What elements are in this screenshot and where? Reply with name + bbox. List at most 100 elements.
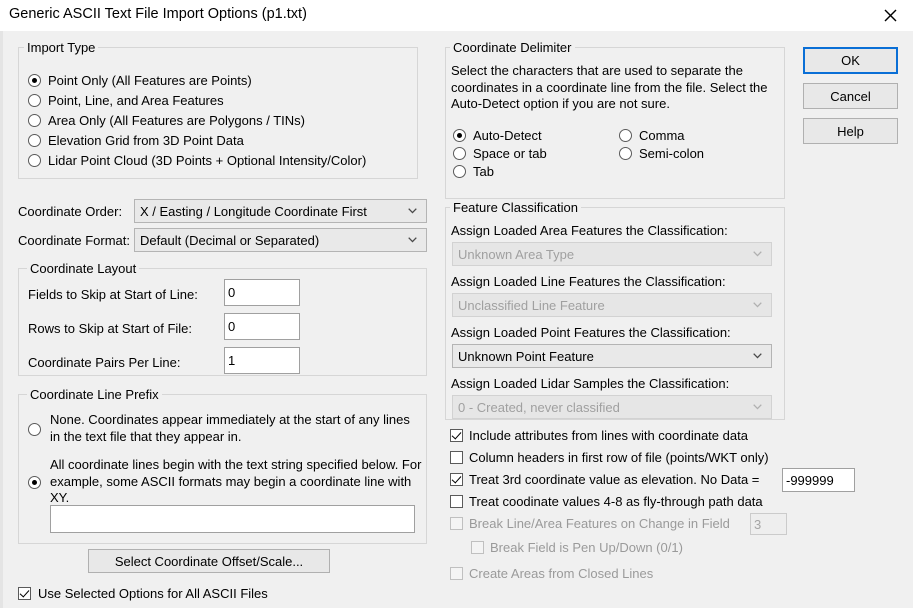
rows-to-skip-input[interactable]: 0	[224, 313, 300, 340]
radio-space-or-tab[interactable]: Space or tab	[453, 144, 603, 163]
chevron-down-icon	[753, 404, 762, 410]
radio-space-or-tab-label: Space or tab	[473, 146, 547, 161]
help-button-label: Help	[837, 123, 864, 139]
cancel-button[interactable]: Cancel	[803, 83, 898, 109]
nodata-value: -999999	[786, 472, 834, 488]
radio-auto-detect-indicator[interactable]	[453, 129, 466, 142]
radio-prefix-none-indicator[interactable]	[28, 423, 41, 436]
coordinate-order-combo[interactable]: X / Easting / Longitude Coordinate First	[134, 199, 427, 223]
radio-semi-colon[interactable]: Semi-colon	[619, 144, 769, 163]
coordinate-format-combo[interactable]: Default (Decimal or Separated)	[134, 228, 427, 252]
include-attributes-checkbox[interactable]	[450, 429, 463, 442]
pairs-per-line-value: 1	[228, 353, 236, 368]
coordinate-format-value: Default (Decimal or Separated)	[140, 232, 320, 248]
ok-button-label: OK	[841, 53, 860, 68]
radio-prefix-string-label: All coordinate lines begin with the text…	[50, 457, 422, 505]
select-coordinate-offset-scale-label: Select Coordinate Offset/Scale...	[114, 553, 304, 569]
treat-3rd-elevation-row[interactable]: Treat 3rd coordinate value as elevation.…	[450, 471, 780, 491]
radio-tab-indicator[interactable]	[453, 165, 466, 178]
radio-semi-colon-indicator[interactable]	[619, 147, 632, 160]
close-icon[interactable]	[867, 0, 913, 31]
assign-line-combo[interactable]: Unclassified Line Feature	[452, 293, 772, 317]
treat-3rd-elevation-checkbox[interactable]	[450, 473, 463, 486]
coordinate-order-label: Coordinate Order:	[18, 204, 123, 219]
assign-point-combo[interactable]: Unknown Point Feature	[452, 344, 772, 368]
pairs-per-line-input[interactable]: 1	[224, 347, 300, 374]
radio-point-line-area-indicator[interactable]	[28, 94, 41, 107]
include-attributes-row[interactable]: Include attributes from lines with coord…	[450, 427, 790, 447]
coordinate-delimiter-description: Select the characters that are used to s…	[451, 63, 768, 111]
radio-area-only[interactable]: Area Only (All Features are Polygons / T…	[28, 111, 408, 130]
radio-tab[interactable]: Tab	[453, 162, 603, 181]
ok-button[interactable]: OK	[803, 47, 898, 74]
fields-to-skip-input[interactable]: 0	[224, 279, 300, 306]
radio-point-only-indicator[interactable]	[28, 74, 41, 87]
select-coordinate-offset-scale-button[interactable]: Select Coordinate Offset/Scale...	[88, 549, 330, 573]
radio-tab-label: Tab	[473, 164, 494, 179]
radio-prefix-none[interactable]: None. Coordinates appear immediately at …	[28, 412, 418, 448]
use-selected-options-row[interactable]: Use Selected Options for All ASCII Files	[18, 584, 338, 604]
treat-3rd-elevation-label: Treat 3rd coordinate value as elevation.…	[469, 472, 760, 487]
create-areas-row: Create Areas from Closed Lines	[450, 565, 780, 585]
chevron-down-icon	[408, 208, 417, 214]
nodata-value-input[interactable]: -999999	[782, 468, 855, 492]
help-button[interactable]: Help	[803, 118, 898, 144]
coordinate-line-prefix-legend: Coordinate Line Prefix	[27, 387, 162, 402]
radio-space-or-tab-indicator[interactable]	[453, 147, 466, 160]
assign-line-value: Unclassified Line Feature	[458, 297, 605, 313]
radio-auto-detect[interactable]: Auto-Detect	[453, 126, 603, 145]
fly-through-label: Treat coodinate values 4-8 as fly-throug…	[469, 494, 763, 509]
break-field-number-input: 3	[750, 513, 787, 535]
radio-point-line-area[interactable]: Point, Line, and Area Features	[28, 91, 408, 110]
radio-prefix-string[interactable]: All coordinate lines begin with the text…	[28, 457, 421, 511]
import-type-legend: Import Type	[24, 40, 99, 55]
radio-lidar-point-cloud-label: Lidar Point Cloud (3D Points + Optional …	[48, 153, 367, 168]
chevron-down-icon	[753, 251, 762, 257]
assign-lidar-value: 0 - Created, never classified	[458, 399, 620, 415]
coordinate-format-label: Coordinate Format:	[18, 233, 130, 248]
radio-point-only-label: Point Only (All Features are Points)	[48, 73, 252, 88]
radio-elevation-grid-label: Elevation Grid from 3D Point Data	[48, 133, 244, 148]
chevron-down-icon	[753, 302, 762, 308]
radio-area-only-label: Area Only (All Features are Polygons / T…	[48, 113, 305, 128]
radio-lidar-point-cloud-indicator[interactable]	[28, 154, 41, 167]
radio-comma-label: Comma	[639, 128, 685, 143]
chevron-down-icon	[408, 237, 417, 243]
dialog-body: Import Type Point Only (All Features are…	[0, 31, 913, 608]
break-field-pen-label: Break Field is Pen Up/Down (0/1)	[490, 540, 683, 555]
radio-comma-indicator[interactable]	[619, 129, 632, 142]
radio-area-only-indicator[interactable]	[28, 114, 41, 127]
window-left-edge	[0, 31, 3, 608]
pairs-per-line-label: Coordinate Pairs Per Line:	[28, 355, 181, 370]
fields-to-skip-value: 0	[228, 285, 236, 300]
create-areas-label: Create Areas from Closed Lines	[469, 566, 654, 581]
assign-area-value: Unknown Area Type	[458, 246, 575, 262]
assign-lidar-combo[interactable]: 0 - Created, never classified	[452, 395, 772, 419]
radio-lidar-point-cloud[interactable]: Lidar Point Cloud (3D Points + Optional …	[28, 151, 408, 170]
assign-area-combo[interactable]: Unknown Area Type	[452, 242, 772, 266]
import-options-dialog: Generic ASCII Text File Import Options (…	[0, 0, 913, 608]
radio-comma[interactable]: Comma	[619, 126, 769, 145]
use-selected-options-checkbox[interactable]	[18, 587, 31, 600]
title-bar: Generic ASCII Text File Import Options (…	[0, 0, 913, 32]
break-line-area-checkbox	[450, 517, 463, 530]
column-headers-row[interactable]: Column headers in first row of file (poi…	[450, 449, 790, 469]
fly-through-row[interactable]: Treat coodinate values 4-8 as fly-throug…	[450, 493, 790, 513]
assign-lidar-label: Assign Loaded Lidar Samples the Classifi…	[451, 376, 730, 391]
fly-through-checkbox[interactable]	[450, 495, 463, 508]
coordinate-prefix-input[interactable]	[50, 505, 415, 533]
fields-to-skip-label: Fields to Skip at Start of Line:	[28, 287, 198, 302]
break-field-pen-checkbox	[471, 541, 484, 554]
radio-prefix-string-indicator[interactable]	[28, 476, 41, 489]
radio-elevation-grid[interactable]: Elevation Grid from 3D Point Data	[28, 131, 408, 150]
break-field-number-value: 3	[754, 516, 762, 532]
radio-point-only[interactable]: Point Only (All Features are Points)	[28, 71, 408, 90]
radio-elevation-grid-indicator[interactable]	[28, 134, 41, 147]
coordinate-delimiter-legend: Coordinate Delimiter	[450, 40, 575, 55]
column-headers-checkbox[interactable]	[450, 451, 463, 464]
radio-prefix-none-label: None. Coordinates appear immediately at …	[50, 412, 410, 444]
chevron-down-icon	[753, 353, 762, 359]
coordinate-layout-legend: Coordinate Layout	[27, 261, 140, 276]
assign-point-label: Assign Loaded Point Features the Classif…	[451, 325, 731, 340]
assign-line-label: Assign Loaded Line Features the Classifi…	[451, 274, 726, 289]
